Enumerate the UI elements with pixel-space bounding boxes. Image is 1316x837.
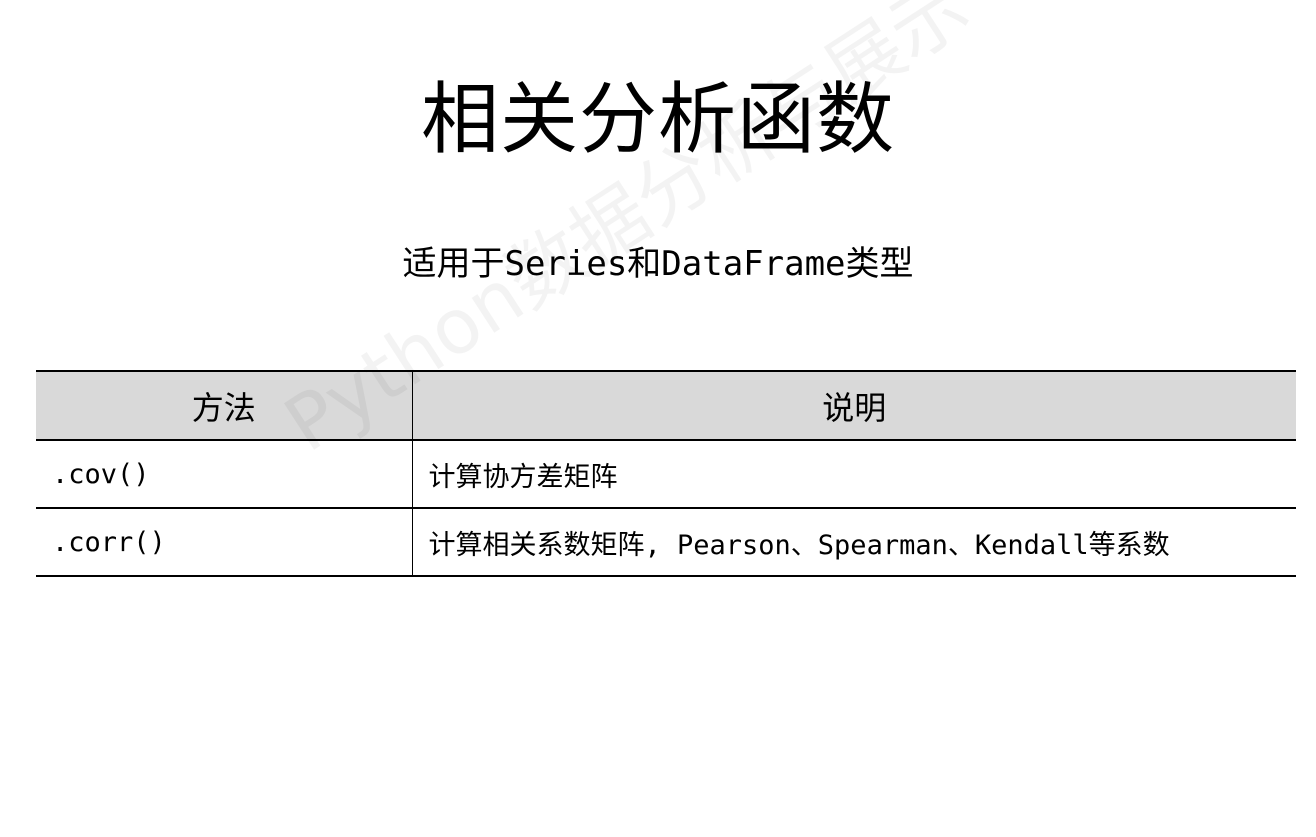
methods-table: 方法 说明 .cov() 计算协方差矩阵 .corr() 计算相关系数矩阵, P… [36, 370, 1296, 577]
method-name-cell: .cov() [36, 440, 412, 509]
table-row: .corr() 计算相关系数矩阵, Pearson、Spearman、Kenda… [36, 508, 1296, 577]
method-description-cell: 计算相关系数矩阵, Pearson、Spearman、Kendall等系数 [411, 508, 1296, 577]
column-header-description: 说明 [411, 370, 1296, 441]
method-description-cell: 计算协方差矩阵 [411, 440, 1296, 509]
table-row: .cov() 计算协方差矩阵 [36, 440, 1296, 509]
method-name-cell: .corr() [36, 508, 412, 577]
slide-title: 相关分析函数 [420, 75, 895, 165]
table-header-row: 方法 说明 [36, 370, 1296, 441]
slide-subtitle: 适用于Series和DataFrame类型 [402, 244, 914, 284]
column-header-method: 方法 [36, 370, 412, 441]
